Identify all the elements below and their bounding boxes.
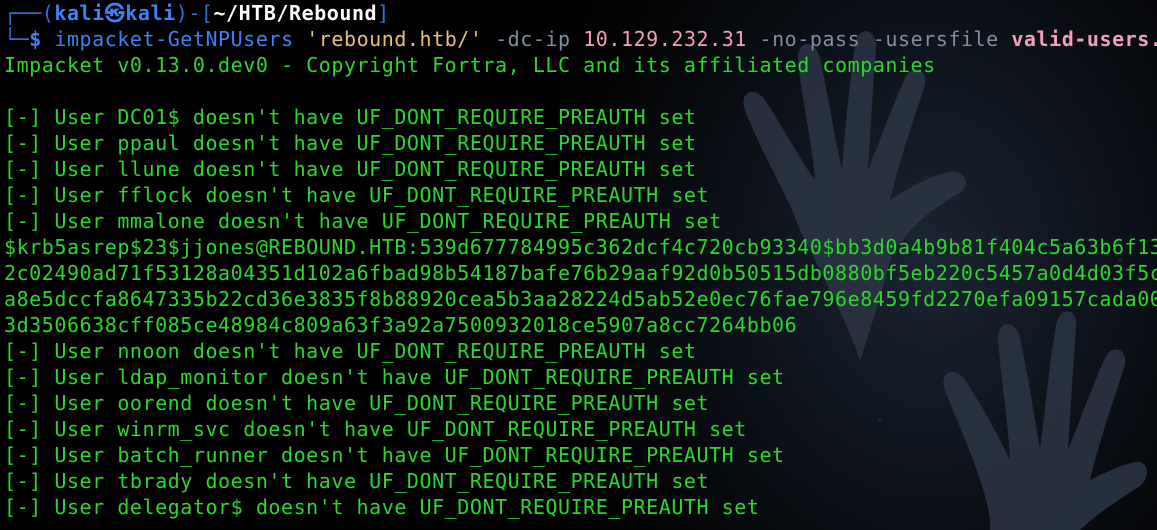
prompt-user: kali bbox=[54, 1, 105, 25]
prompt-line: ┌──(kali㉿kali)-[~/HTB/Rebound] bbox=[4, 0, 1157, 26]
output-line: [-] User oorend doesn't have UF_DONT_REQ… bbox=[4, 391, 710, 415]
output-line: [-] User tbrady doesn't have UF_DONT_REQ… bbox=[4, 469, 710, 493]
kali-at-icon: ㉿ bbox=[104, 1, 126, 25]
prompt-path: ~/HTB/Rebound bbox=[213, 1, 378, 25]
output-line: [-] User ldap_monitor doesn't have UF_DO… bbox=[4, 365, 785, 389]
command-tool: impacket-GetNPUsers bbox=[54, 27, 294, 51]
asrep-hash-line: 3d3506638cff085ce48984c809a63f3a92a75009… bbox=[4, 313, 798, 337]
output-line: [-] User llune doesn't have UF_DONT_REQU… bbox=[4, 157, 697, 181]
asrep-hash-line: $krb5asrep$23$jjones@REBOUND.HTB:539d677… bbox=[4, 235, 1157, 259]
output-line: [-] User fflock doesn't have UF_DONT_REQ… bbox=[4, 183, 710, 207]
banner-line: Impacket v0.13.0.dev0 - Copyright Fortra… bbox=[4, 53, 936, 77]
output-line: [-] User nnoon doesn't have UF_DONT_REQU… bbox=[4, 339, 697, 363]
terminal-window[interactable]: ┌──(kali㉿kali)-[~/HTB/Rebound] └─$ impac… bbox=[0, 0, 1157, 530]
output-line: [-] User mmalone doesn't have UF_DONT_RE… bbox=[4, 209, 722, 233]
output-line: [-] User batch_runner doesn't have UF_DO… bbox=[4, 443, 785, 467]
command-ip: 10.129.232.31 bbox=[583, 27, 747, 51]
command-target: 'rebound.htb/' bbox=[306, 27, 483, 51]
output-line: [-] User delegator$ doesn't have UF_DONT… bbox=[4, 495, 760, 519]
command-no-pass: -no-pass bbox=[759, 27, 861, 51]
prompt-path-close: ] bbox=[377, 1, 390, 25]
command-usersfile-flag: -usersfile bbox=[872, 27, 999, 51]
command-usersfile: valid-users.txt bbox=[1011, 27, 1157, 51]
asrep-hash-line: 2c02490ad71f53128a04351d102a6fbad98b5418… bbox=[4, 261, 1157, 285]
output-line: [-] User winrm_svc doesn't have UF_DONT_… bbox=[4, 417, 747, 441]
output-line: [-] User DC01$ doesn't have UF_DONT_REQU… bbox=[4, 105, 697, 129]
command-dc-flag: -dc-ip bbox=[495, 27, 571, 51]
prompt-dollar: $ bbox=[29, 27, 42, 51]
asrep-hash-line: a8e5dccfa8647335b22cd36e3835f8b88920cea5… bbox=[4, 287, 1157, 311]
prompt-corner-top: ┌──( bbox=[4, 1, 55, 25]
output-line: [-] User ppaul doesn't have UF_DONT_REQU… bbox=[4, 131, 697, 155]
terminal-output: ┌──(kali㉿kali)-[~/HTB/Rebound] └─$ impac… bbox=[4, 0, 1157, 520]
prompt-host: kali bbox=[125, 1, 176, 25]
command-line[interactable]: └─$ impacket-GetNPUsers 'rebound.htb/' -… bbox=[4, 26, 1157, 52]
prompt-separator: )-[ bbox=[175, 1, 214, 25]
prompt-corner-bottom: └─ bbox=[4, 27, 30, 51]
